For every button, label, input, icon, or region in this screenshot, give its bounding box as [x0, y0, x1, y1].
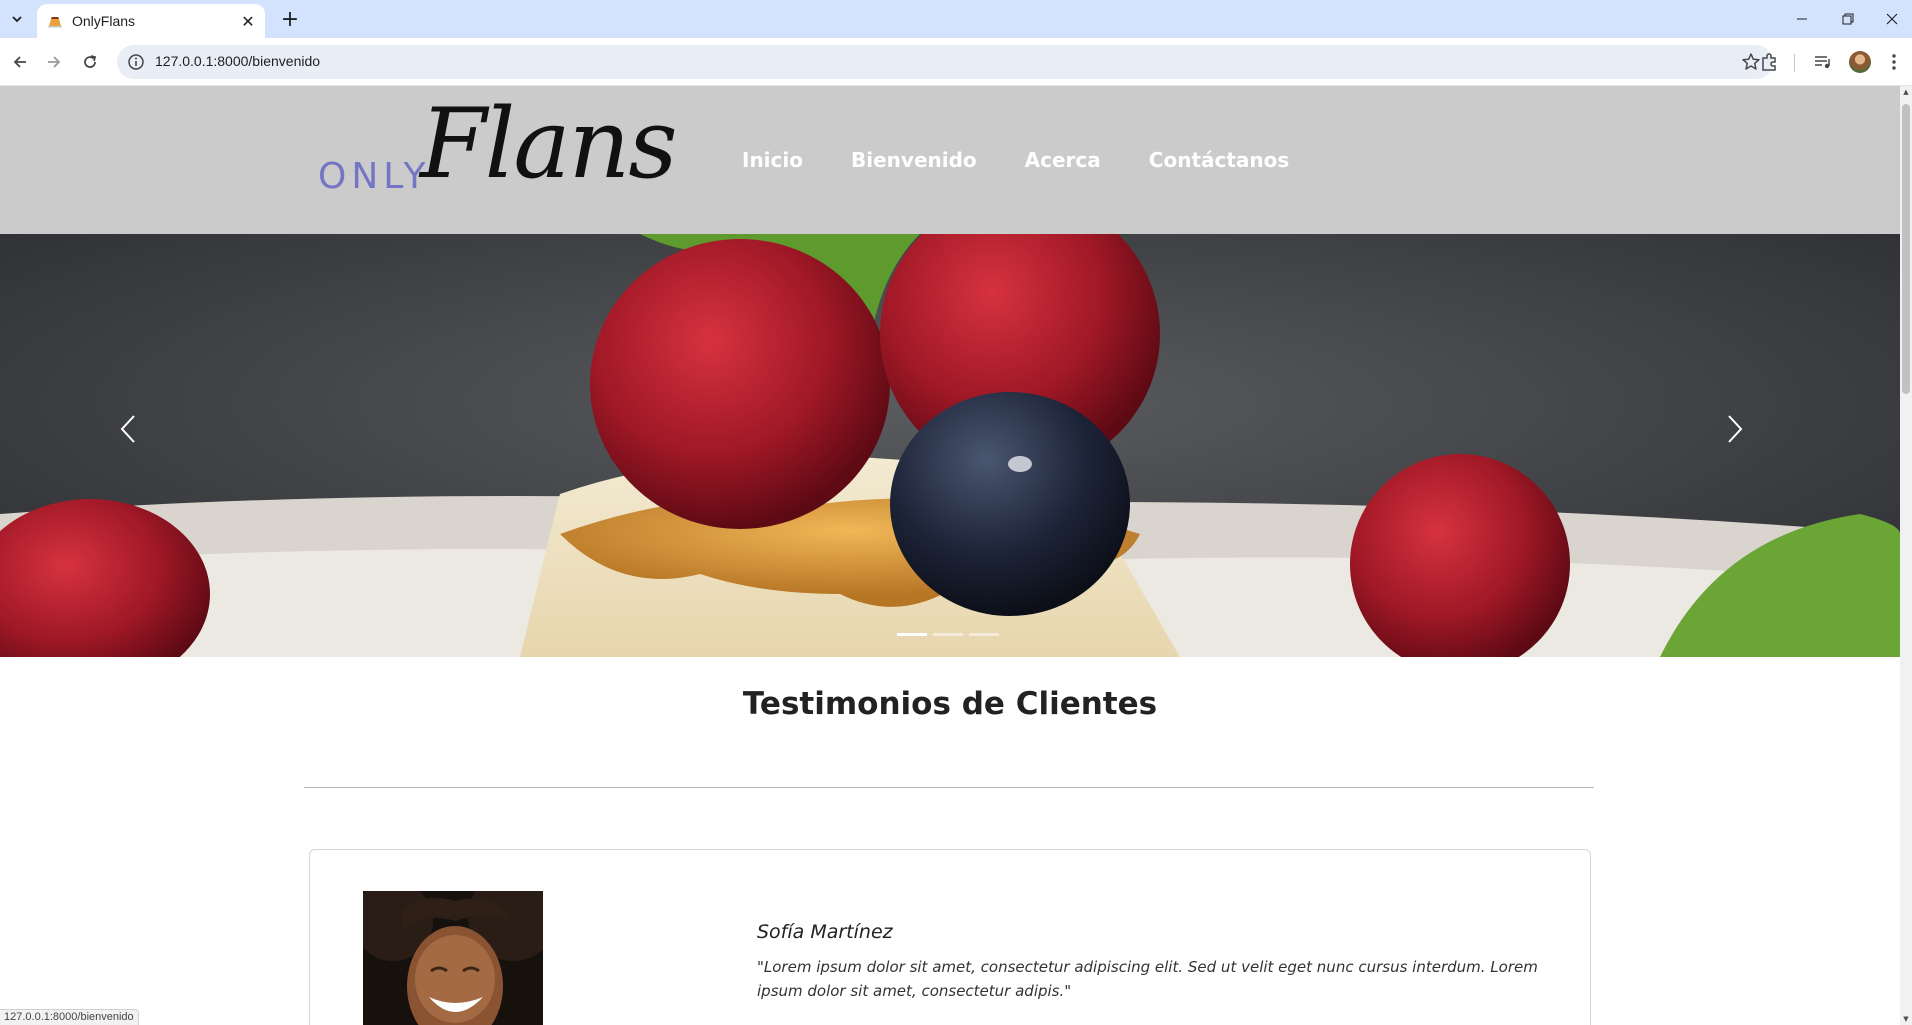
carousel-indicators: [897, 633, 999, 636]
logo-main: Flans: [420, 88, 678, 200]
carousel-next-icon[interactable]: [1726, 414, 1766, 474]
address-bar[interactable]: 127.0.0.1:8000/bienvenido: [117, 45, 1773, 79]
nav-link-contactanos[interactable]: Contáctanos: [1149, 148, 1290, 172]
browser-toolbar: 127.0.0.1:8000/bienvenido: [0, 38, 1912, 86]
page-viewport: ONLY Flans Inicio Bienvenido Acerca Cont…: [0, 86, 1900, 1025]
restore-icon[interactable]: [1826, 4, 1870, 34]
reload-icon[interactable]: [76, 48, 104, 76]
back-icon[interactable]: [6, 48, 34, 76]
page-scrollbar[interactable]: ▲ ▼: [1900, 86, 1912, 1025]
site-header: ONLY Flans Inicio Bienvenido Acerca Cont…: [0, 86, 1900, 234]
testimonials-title: Testimonios de Clientes: [742, 686, 1158, 722]
scroll-up-icon[interactable]: ▲: [1902, 88, 1910, 96]
nav-link-acerca[interactable]: Acerca: [1025, 148, 1101, 172]
scrollbar-thumb[interactable]: [1902, 104, 1910, 394]
tab-search-chevron-icon[interactable]: [4, 6, 30, 32]
tab-close-icon[interactable]: ✕: [237, 10, 259, 32]
new-tab-icon[interactable]: +: [277, 6, 303, 32]
url-text[interactable]: 127.0.0.1:8000/bienvenido: [155, 53, 320, 69]
media-controls-icon[interactable]: [1810, 50, 1834, 74]
carousel-indicator-3[interactable]: [969, 633, 999, 636]
hero-carousel: [0, 234, 1900, 657]
profile-avatar[interactable]: [1849, 51, 1871, 73]
nav-link-inicio[interactable]: Inicio: [742, 148, 803, 172]
site-info-icon[interactable]: [127, 53, 145, 71]
site-logo[interactable]: ONLY Flans: [318, 96, 690, 214]
minimize-icon[interactable]: [1780, 4, 1824, 34]
forward-icon[interactable]: [40, 48, 68, 76]
carousel-indicator-2[interactable]: [933, 633, 963, 636]
close-window-icon[interactable]: [1870, 4, 1912, 34]
testimonial-quote: "Lorem ipsum dolor sit amet, consectetur…: [757, 958, 1538, 1000]
extensions-icon[interactable]: [1757, 50, 1781, 74]
browser-tab-active[interactable]: OnlyFlans ✕: [37, 4, 265, 38]
flan-favicon-icon: [48, 17, 62, 28]
status-bar-url: 127.0.0.1:8000/bienvenido: [0, 1009, 139, 1025]
more-menu-icon[interactable]: [1882, 50, 1906, 74]
carousel-indicator-1[interactable]: [897, 633, 927, 636]
testimonial-avatar: [363, 891, 543, 1025]
scroll-down-icon[interactable]: ▼: [1902, 1015, 1910, 1023]
tab-title: OnlyFlans: [72, 13, 136, 29]
main-nav: Inicio Bienvenido Acerca Contáctanos: [742, 148, 1289, 172]
carousel-slide-image: [0, 234, 1900, 657]
testimonial-card: Sofía Martínez "Lorem ipsum dolor sit am…: [309, 849, 1591, 1025]
testimonial-name: Sofía Martínez: [757, 921, 893, 943]
nav-link-bienvenido[interactable]: Bienvenido: [851, 148, 977, 172]
toolbar-divider: [1794, 54, 1795, 72]
carousel-prev-icon[interactable]: [119, 414, 159, 474]
browser-tab-strip: OnlyFlans ✕ +: [0, 0, 1912, 38]
logo-prefix: ONLY: [318, 156, 431, 197]
section-divider: [304, 787, 1594, 788]
